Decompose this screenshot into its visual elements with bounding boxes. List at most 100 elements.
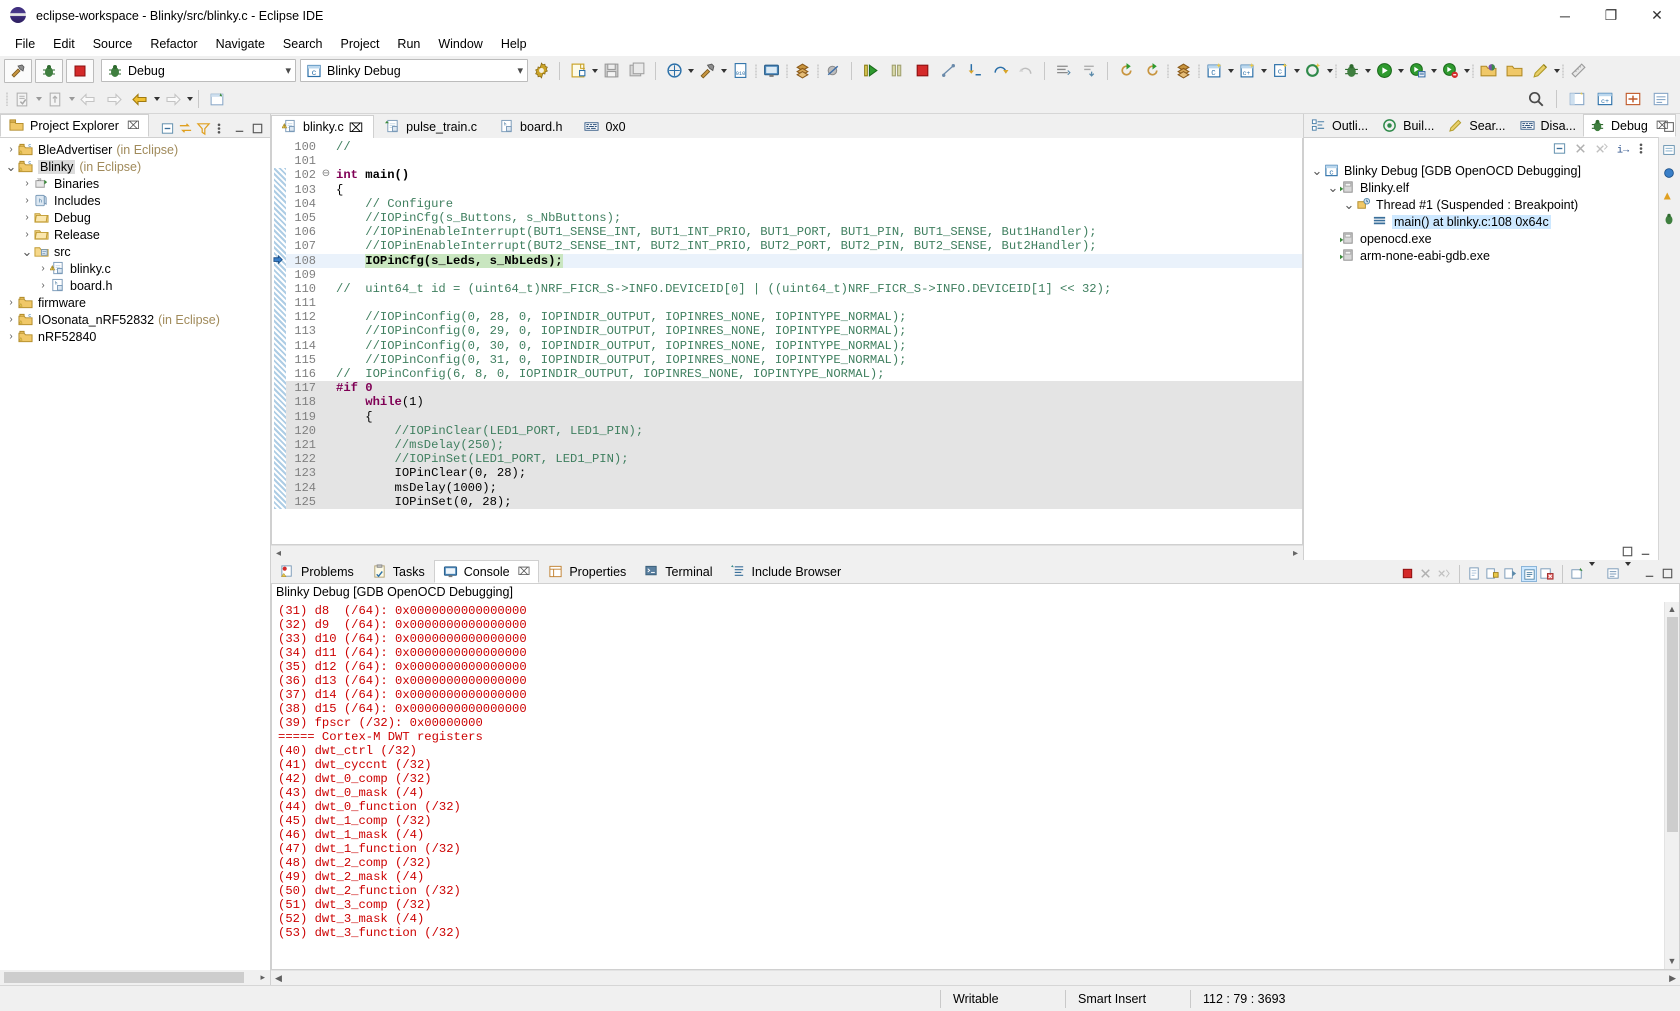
open-declaration-button[interactable]	[9, 87, 35, 111]
debug-tree-item[interactable]: main() at blinky.c:108 0x64c	[1304, 213, 1658, 230]
scroll-left-icon[interactable]: ◀	[271, 973, 286, 984]
chevron-right-icon[interactable]: ›	[20, 229, 34, 240]
remove-all-terminated-icon[interactable]	[1573, 141, 1589, 157]
restore-icon[interactable]	[1662, 120, 1678, 136]
run-button[interactable]	[1371, 59, 1397, 83]
save-all-button[interactable]	[624, 59, 650, 83]
scroll-up-icon[interactable]: ▲	[1668, 602, 1677, 617]
code-line[interactable]: // Configure	[332, 197, 1302, 211]
menu-window[interactable]: Window	[429, 34, 491, 54]
code-line[interactable]: //IOPinSet(LED1_PORT, LED1_PIN);	[332, 452, 1302, 466]
code-line[interactable]: #if 0	[332, 381, 1302, 395]
debug-launch-tree[interactable]: ⌄cBlinky Debug [GDB OpenOCD Debugging]⌄B…	[1304, 160, 1658, 544]
step-into-button[interactable]	[961, 59, 987, 83]
tree-item-board-h[interactable]: ›hboard.h	[2, 277, 270, 294]
code-line[interactable]: //IOPinClear(LED1_PORT, LED1_PIN);	[332, 424, 1302, 438]
debug-tree-item[interactable]: arm-none-eabi-gdb.exe	[1304, 247, 1658, 264]
code-line[interactable]: IOPinClear(0, 28);	[332, 466, 1302, 480]
quick-access-search-icon[interactable]	[1523, 87, 1549, 111]
new-class-button[interactable]	[1300, 59, 1326, 83]
chevron-right-icon[interactable]: ›	[20, 178, 34, 189]
menu-source[interactable]: Source	[84, 34, 142, 54]
debug-tree-item[interactable]: ⌄Blinky.elf	[1304, 179, 1658, 196]
remove-terminated-icon[interactable]	[1594, 141, 1610, 157]
debug-tree-item[interactable]: ⌄cBlinky Debug [GDB OpenOCD Debugging]	[1304, 162, 1658, 179]
open-console-icon[interactable]	[1570, 566, 1586, 582]
tree-item-src[interactable]: ⌄src	[2, 243, 270, 260]
clear-console-icon[interactable]	[1467, 566, 1483, 582]
code-line[interactable]: //IOPinConfig(0, 30, 0, IOPINDIR_OUTPUT,…	[332, 339, 1302, 353]
chevron-down-icon[interactable]: ⌄	[4, 162, 18, 171]
new-c-project-button[interactable]: C	[1201, 59, 1227, 83]
tab-console[interactable]: Console⌧	[434, 560, 540, 583]
menu-search[interactable]: Search	[274, 34, 332, 54]
debug-tree-item[interactable]: ⌄Thread #1 (Suspended : Breakpoint)	[1304, 196, 1658, 213]
menu-navigate[interactable]: Navigate	[207, 34, 274, 54]
open-call-hierarchy-button[interactable]	[42, 87, 68, 111]
chevron-right-icon[interactable]: ›	[4, 314, 18, 325]
code-line[interactable]: //IOPinEnableInterrupt(BUT1_SENSE_INT, B…	[332, 225, 1302, 239]
terminate-button[interactable]	[909, 59, 935, 83]
console-vscrollbar[interactable]: ▲ ▼	[1664, 602, 1679, 969]
open-resource-folder-button[interactable]	[1501, 59, 1527, 83]
console-output-body[interactable]: (31) d8 (/64): 0x0000000000000000(32) d9…	[271, 602, 1680, 970]
registers2-grid-button[interactable]	[1170, 59, 1196, 83]
code-line[interactable]: // IOPinConfig(6, 8, 0, IOPINDIR_OUTPUT,…	[332, 367, 1302, 381]
chevron-right-icon[interactable]: ›	[4, 297, 18, 308]
tree-item-blinky-c[interactable]: ›!blinky.c	[2, 260, 270, 277]
new-file-button[interactable]	[565, 59, 591, 83]
debug-view-icon[interactable]	[1662, 212, 1678, 228]
save-button[interactable]	[598, 59, 624, 83]
new-cpp-project-button[interactable]: c+	[1234, 59, 1260, 83]
new-console-caret-icon[interactable]	[1624, 566, 1640, 582]
console-hscrollbar[interactable]: ◀ ▶	[271, 970, 1680, 985]
menu-help[interactable]: Help	[492, 34, 536, 54]
code-line[interactable]: //IOPinConfig(0, 31, 0, IOPINDIR_OUTPUT,…	[332, 353, 1302, 367]
code-line[interactable]: //IOPinCfg(s_Buttons, s_NbButtons);	[332, 211, 1302, 225]
open-perspective-button[interactable]	[1564, 87, 1590, 111]
scroll-lock-icon[interactable]	[1485, 566, 1501, 582]
chevron-right-icon[interactable]: ›	[4, 331, 18, 342]
chevron-right-icon[interactable]: ›	[36, 280, 50, 291]
editor-tab-blinky-c[interactable]: !blinky.c⌧	[271, 115, 374, 138]
collapse-all-icon[interactable]	[160, 121, 176, 137]
project-explorer-hscrollbar[interactable]: ▸	[0, 970, 270, 985]
menu-run[interactable]: Run	[388, 34, 429, 54]
maximize-button[interactable]: ❐	[1588, 0, 1634, 32]
restart-button[interactable]	[1113, 59, 1139, 83]
perspective-resource-button[interactable]	[1648, 87, 1674, 111]
editor-tab-0x0[interactable]: 0x0	[573, 115, 636, 138]
code-line[interactable]: // uint64_t id = (uint64_t)NRF_FICR_S->I…	[332, 282, 1302, 296]
code-line[interactable]	[332, 296, 1302, 310]
chevron-down-icon[interactable]: ⌄	[1326, 183, 1340, 192]
restore-view-icon[interactable]	[1620, 544, 1636, 560]
disconnect-button[interactable]	[935, 59, 961, 83]
tab-sear[interactable]: Sear...	[1441, 114, 1512, 137]
minimize-view-icon[interactable]	[232, 121, 248, 137]
new-c-file-button[interactable]: c	[1267, 59, 1293, 83]
tree-item-iosonata-nrf52832[interactable]: ›CIOsonata_nRF52832(in Eclipse)	[2, 311, 270, 328]
tab-project-explorer[interactable]: Project Explorer ⌧	[0, 114, 149, 137]
code-line[interactable]: //	[332, 140, 1302, 154]
code-line[interactable]: //IOPinConfig(0, 28, 0, IOPINDIR_OUTPUT,…	[332, 310, 1302, 324]
menu-refactor[interactable]: Refactor	[141, 34, 206, 54]
tab-outli[interactable]: Outli...	[1304, 114, 1375, 137]
ruler-button[interactable]	[1565, 59, 1591, 83]
registers-view-icon[interactable]	[1662, 189, 1678, 205]
minimize-console-icon[interactable]	[1642, 566, 1658, 582]
open-hex-button[interactable]: 010	[727, 59, 753, 83]
back-button[interactable]	[127, 87, 153, 111]
scroll-left-icon[interactable]: ◂	[271, 548, 286, 559]
stop-button[interactable]	[66, 59, 94, 83]
console-output-text[interactable]: (31) d8 (/64): 0x0000000000000000(32) d9…	[272, 602, 1664, 969]
code-line[interactable]: {	[332, 183, 1302, 197]
instruction-stepping-button[interactable]	[1050, 59, 1076, 83]
chevron-down-icon[interactable]: ⌄	[1310, 166, 1324, 175]
tab-terminal[interactable]: Terminal	[635, 560, 721, 583]
tree-item-debug[interactable]: ›Debug	[2, 209, 270, 226]
new-window-button[interactable]	[204, 87, 230, 111]
step-over-button[interactable]	[987, 59, 1013, 83]
scroll-down-icon[interactable]: ▼	[1668, 954, 1677, 969]
fold-collapse-icon[interactable]: ⊖	[320, 168, 332, 182]
open-type-folder-button[interactable]	[1475, 59, 1501, 83]
